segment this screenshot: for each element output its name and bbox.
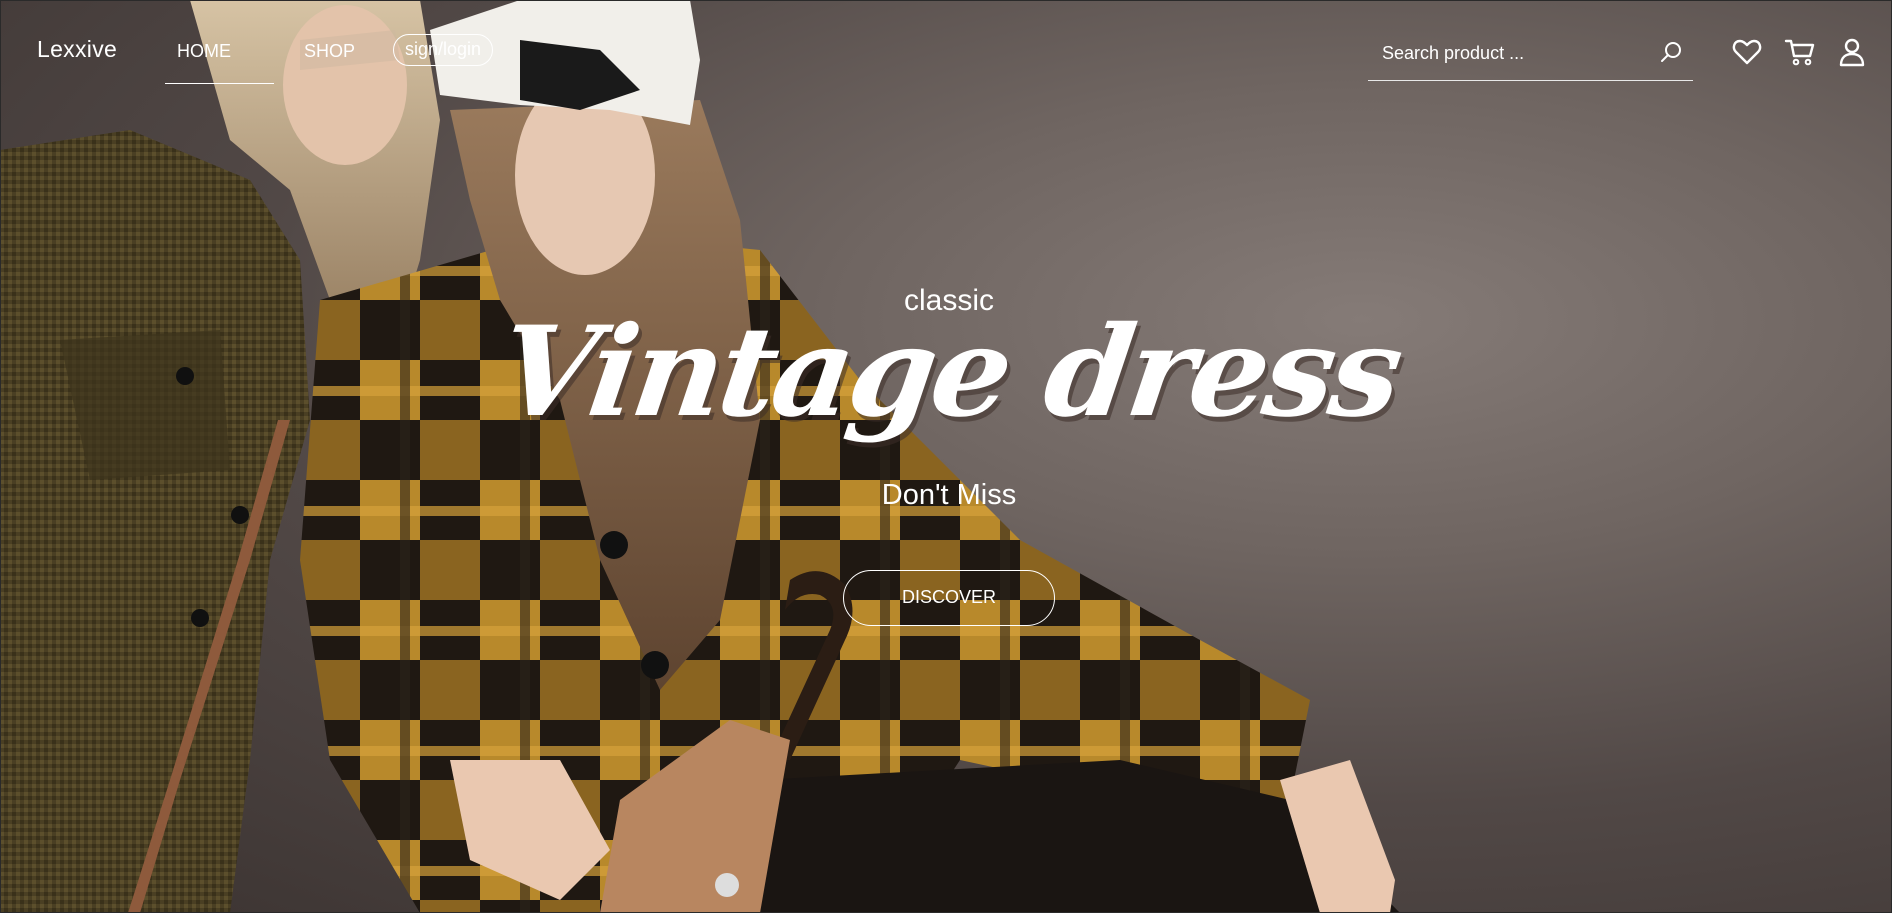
discover-button[interactable]: DISCOVER	[843, 570, 1055, 626]
nav-shop-link[interactable]: SHOP	[304, 41, 355, 62]
search-input[interactable]	[1380, 40, 1644, 66]
search-bar	[1368, 30, 1693, 81]
search-icon[interactable]	[1658, 39, 1684, 65]
brand-logo[interactable]: Lexxive	[37, 36, 117, 63]
top-navbar: Lexxive HOME SHOP sign/login	[0, 0, 1892, 90]
nav-active-underline	[165, 83, 274, 84]
cart-icon[interactable]	[1784, 36, 1816, 68]
sign-login-button[interactable]: sign/login	[393, 34, 493, 66]
user-icon[interactable]	[1836, 36, 1868, 68]
hero-title: Vintage dress	[490, 300, 1408, 445]
hero-background-image	[0, 0, 1400, 913]
heart-icon[interactable]	[1731, 36, 1763, 68]
nav-home-link[interactable]: HOME	[177, 41, 231, 62]
hero-section: Lexxive HOME SHOP sign/login Search prod…	[0, 0, 1892, 913]
hero-tagline: Don't Miss	[881, 479, 1017, 511]
